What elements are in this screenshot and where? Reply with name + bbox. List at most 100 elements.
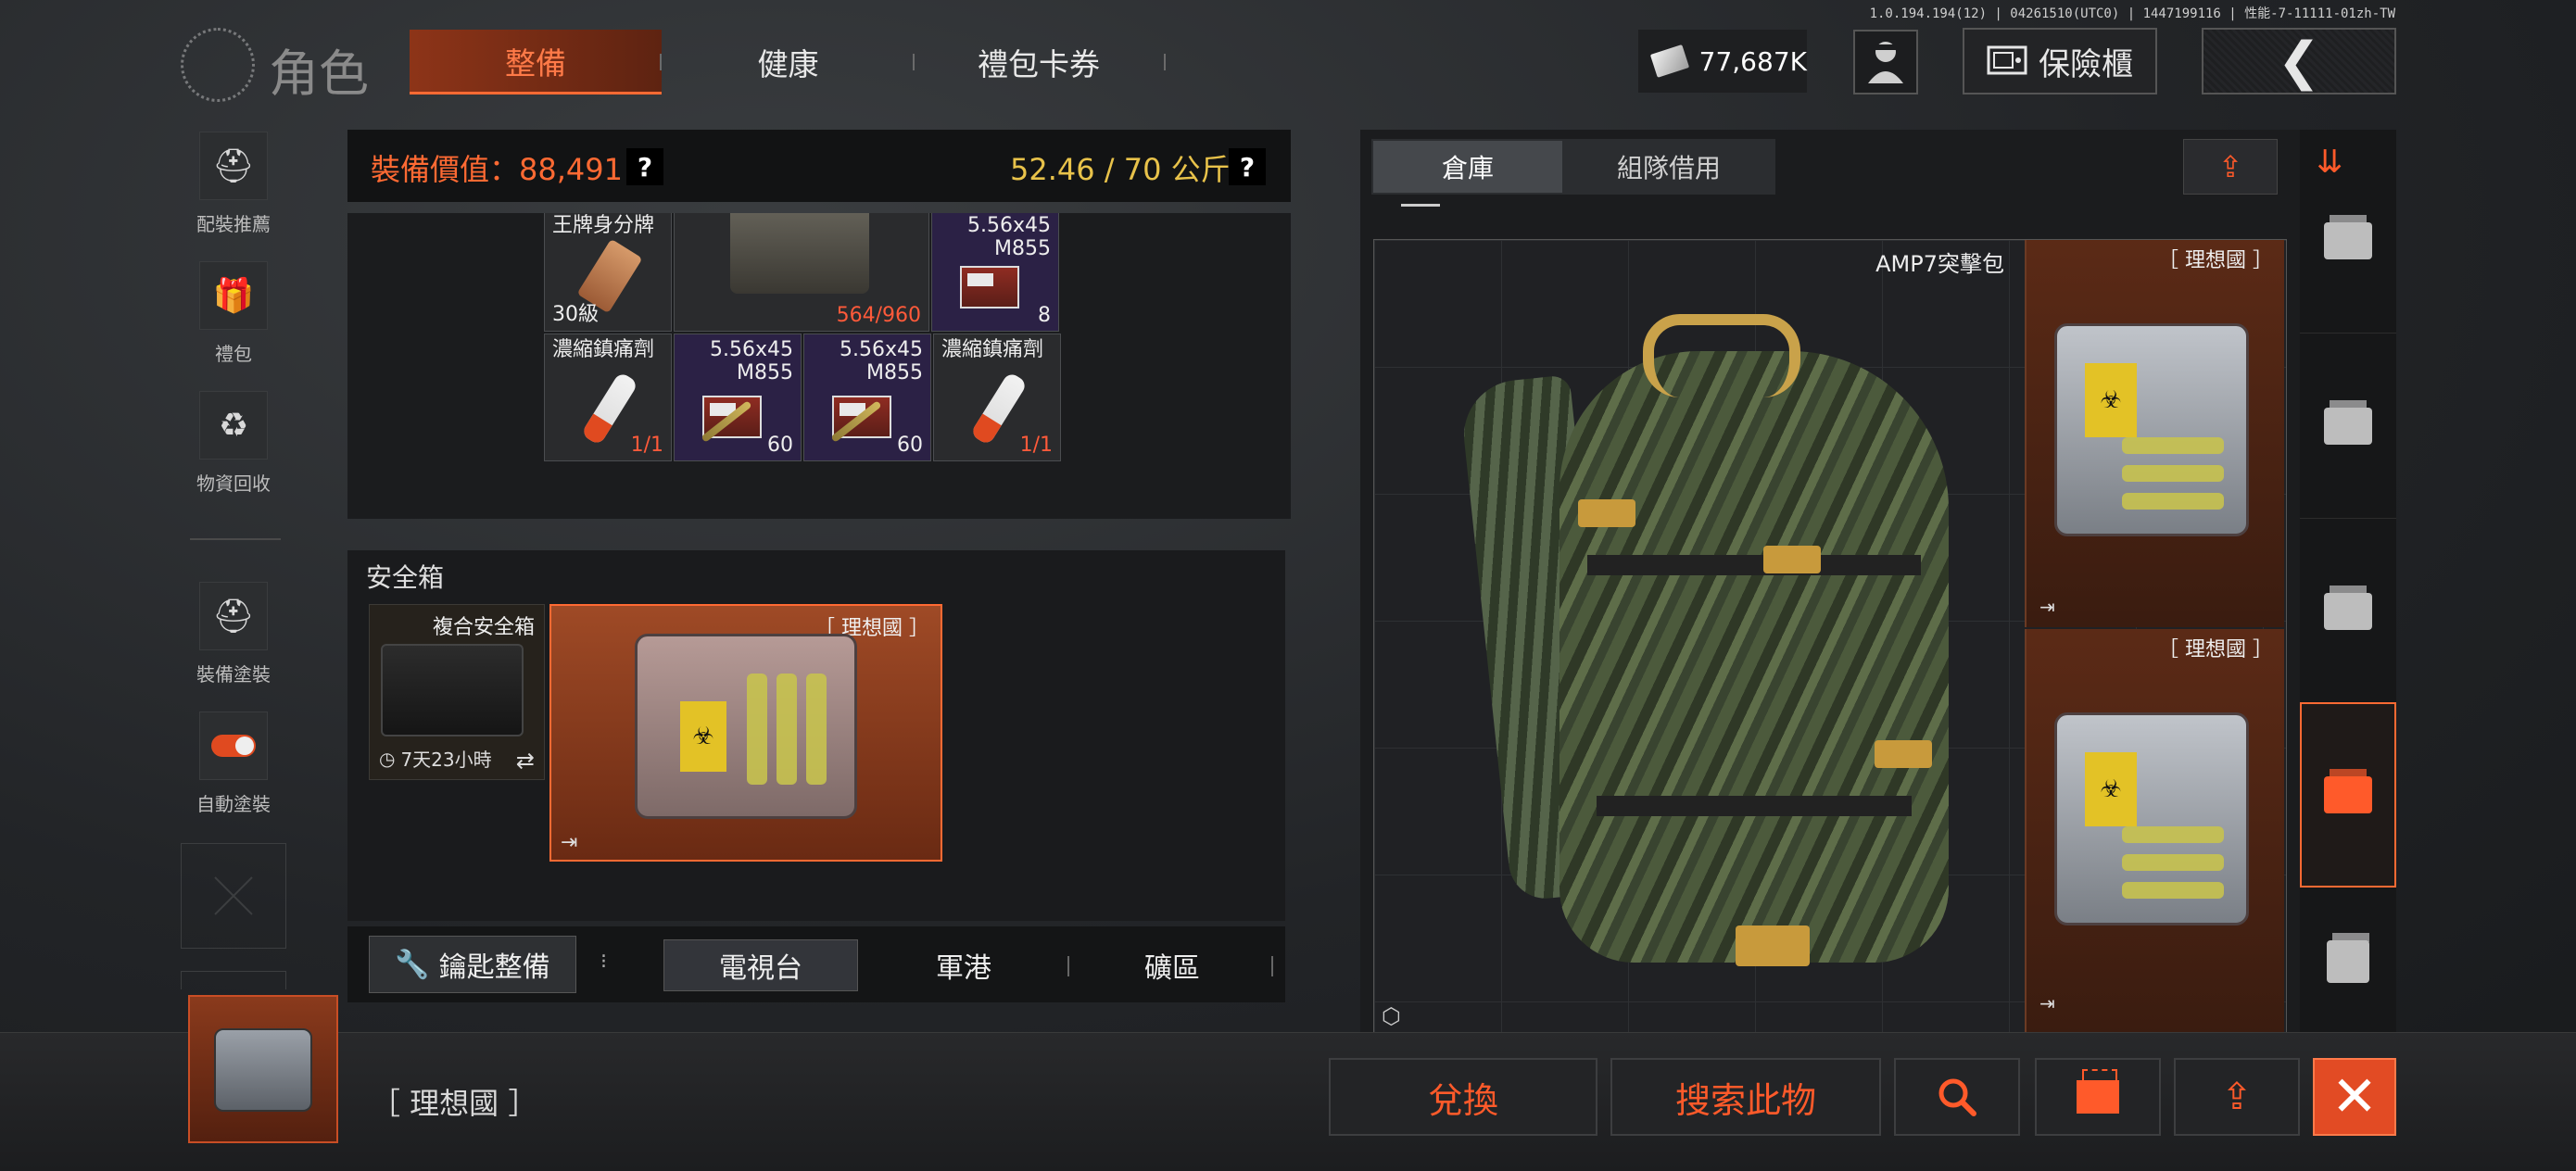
container-icon <box>2324 585 2372 630</box>
biohazard-icon: ☣ <box>2085 752 2137 826</box>
key-loadout-label: 鑰匙整備 <box>438 951 550 984</box>
back-button[interactable]: ❮ <box>2202 28 2396 94</box>
profile-button[interactable] <box>1853 30 1918 94</box>
item-count: 564/960 <box>836 304 921 327</box>
tab-divider <box>1164 54 1166 70</box>
rail-category-3[interactable] <box>2300 519 2396 704</box>
buckle-icon <box>1763 546 1821 573</box>
tab-gift-coupon[interactable]: 禮包卡券 <box>917 30 1160 94</box>
sidebar-item-loadout[interactable]: ⛑ 配裝推薦 <box>185 132 282 236</box>
sidebar-empty-slot[interactable] <box>181 843 286 949</box>
rail-category-5[interactable] <box>2300 888 2396 1036</box>
map-tab-military-port[interactable]: 軍港 <box>871 939 1056 991</box>
loadout-icon: ⛑ <box>199 132 268 200</box>
vial-icon <box>2122 493 2224 510</box>
biohazard-icon: ☣ <box>680 701 726 772</box>
biohazard-icon: ☣ <box>2085 363 2137 437</box>
sidebar-item-recycle[interactable]: ♻ 物資回收 <box>185 391 282 496</box>
ideal-nation-case-icon: ☣ <box>635 634 857 819</box>
exchange-label: 兌換 <box>1427 1079 1498 1121</box>
3d-view-icon[interactable]: ⬡ <box>1382 1003 1401 1029</box>
insurance-button[interactable]: 保險櫃 <box>1963 28 2157 94</box>
vial-icon <box>2122 826 2224 843</box>
help-icon[interactable]: ? <box>626 148 663 185</box>
tab-divider <box>660 54 662 70</box>
vial-icon <box>806 674 827 785</box>
stash-button[interactable] <box>2035 1058 2161 1136</box>
item-painkiller[interactable]: 濃縮鎮痛劑 1/1 <box>933 334 1061 461</box>
tab-team-borrow[interactable]: 組隊借用 <box>1566 141 1772 193</box>
upload-cart-icon: ⇪ <box>2221 1076 2253 1118</box>
tab-equip[interactable]: 整備 <box>410 30 662 94</box>
tab-underline <box>1401 204 1440 207</box>
tab-divider <box>913 54 915 70</box>
storage-case-item[interactable]: ［ 理想國 ］ ☣ ⇥ <box>2025 629 2284 1037</box>
upload-cart-icon: ⇪ <box>2217 149 2243 184</box>
container-icon <box>2324 214 2372 259</box>
cash-icon <box>1649 44 1689 78</box>
close-button[interactable]: ✕ <box>2313 1058 2396 1136</box>
ideal-nation-case-icon <box>214 1028 312 1112</box>
rail-category-4[interactable] <box>2300 702 2396 888</box>
sidebar-item-gift[interactable]: 🎁 禮包 <box>185 261 282 366</box>
sidebar-item-auto-skin[interactable]: 自動塗裝 <box>185 711 282 816</box>
key-loadout-button[interactable]: 🔧 鑰匙整備 <box>369 936 576 993</box>
safe-box-title: 安全箱 <box>366 562 445 593</box>
toggle-icon[interactable] <box>199 711 268 780</box>
recycle-icon: ♻ <box>199 391 268 460</box>
item-name: 5.56x45 M855 <box>840 338 923 385</box>
sidebar-divider <box>190 538 281 540</box>
item-dog-tag[interactable]: 王牌身分牌 30級 <box>544 213 672 332</box>
backpack-icon[interactable] <box>1430 277 1986 1018</box>
item-name: 王牌身分牌 <box>552 214 655 237</box>
item-ammo[interactable]: 5.56x45 M855 60 <box>674 334 802 461</box>
expand-icon <box>214 876 253 915</box>
rail-category-2[interactable] <box>2300 334 2396 519</box>
item-vest[interactable]: 564/960 <box>674 213 929 332</box>
item-count: 1/1 <box>1019 434 1053 457</box>
close-icon: ✕ <box>2330 1064 2379 1129</box>
search-item-button[interactable]: 搜索此物 <box>1610 1058 1881 1136</box>
item-painkiller[interactable]: 濃縮鎮痛劑 1/1 <box>544 334 672 461</box>
sort-upload-button[interactable]: ⇪ <box>2183 139 2278 195</box>
map-tab-tv-station[interactable]: 電視台 <box>663 939 858 991</box>
stash-box-icon <box>2077 1069 2119 1114</box>
equipment-grid: 王牌身分牌 30級 564/960 5.56x45 M855 8 濃縮鎮痛劑 1… <box>347 213 1291 519</box>
insurance-label: 保險櫃 <box>2039 45 2133 83</box>
swap-icon[interactable]: ⇄ <box>516 748 535 774</box>
item-ammo[interactable]: 5.56x45 M855 60 <box>803 334 931 461</box>
item-name: 複合安全箱 <box>432 616 535 639</box>
storage-case-item[interactable]: ［ 理想國 ］ ☣ ⇥ <box>2025 240 2284 627</box>
storage-grid[interactable]: AMP7突擊包 ⬡ ［ 理想國 ］ ☣ ⇥ ［ 理想國 ］ ☣ ⇥ <box>1373 239 2287 1038</box>
tab-health[interactable]: 健康 <box>675 30 902 94</box>
sidebar-item-label: 物資回收 <box>196 472 271 495</box>
map-tab-mine[interactable]: 礦區 <box>1075 939 1269 991</box>
sidebar-item-equip-skin[interactable]: ⛑ 裝備塗裝 <box>185 582 282 686</box>
tab-warehouse[interactable]: 倉庫 <box>1373 141 1562 193</box>
key-icon: 🔧 <box>395 948 430 981</box>
operator-icon <box>1868 42 1903 83</box>
ammo-box-icon <box>960 266 1019 308</box>
safe-box-item-selected[interactable]: ［ 理想國 ］ ☣ ⇥ <box>549 604 942 862</box>
help-icon[interactable]: ? <box>1229 148 1266 185</box>
item-name: 濃縮鎮痛劑 <box>941 338 1044 361</box>
item-count: 8 <box>1038 304 1051 327</box>
vial-icon <box>2122 465 2224 482</box>
buckle-icon <box>1578 499 1635 527</box>
buckle-icon <box>1736 925 1810 966</box>
upload-button[interactable]: ⇪ <box>2174 1058 2300 1136</box>
backpack-body <box>1559 351 1949 963</box>
safe-box-slot[interactable]: 複合安全箱 ◷ 7天23小時 ⇄ <box>369 604 545 780</box>
sidebar-item-label: 配裝推薦 <box>196 213 271 235</box>
helmet-icon: ⛑ <box>199 582 268 650</box>
equipment-value: 裝備價值：88,491 <box>371 152 623 187</box>
item-name: AMP7突擊包 <box>1875 251 2004 277</box>
exchange-button[interactable]: 兌換 <box>1329 1058 1597 1136</box>
sidebar-item-label: 禮包 <box>215 343 252 365</box>
item-count: 30級 <box>552 303 599 326</box>
timer-text: 7天23小時 <box>400 749 492 771</box>
search-button[interactable] <box>1894 1058 2020 1136</box>
item-ammo[interactable]: 5.56x45 M855 8 <box>931 213 1059 332</box>
rail-category-1[interactable] <box>2300 148 2396 334</box>
extract-icon: ⇥ <box>2039 992 2055 1014</box>
